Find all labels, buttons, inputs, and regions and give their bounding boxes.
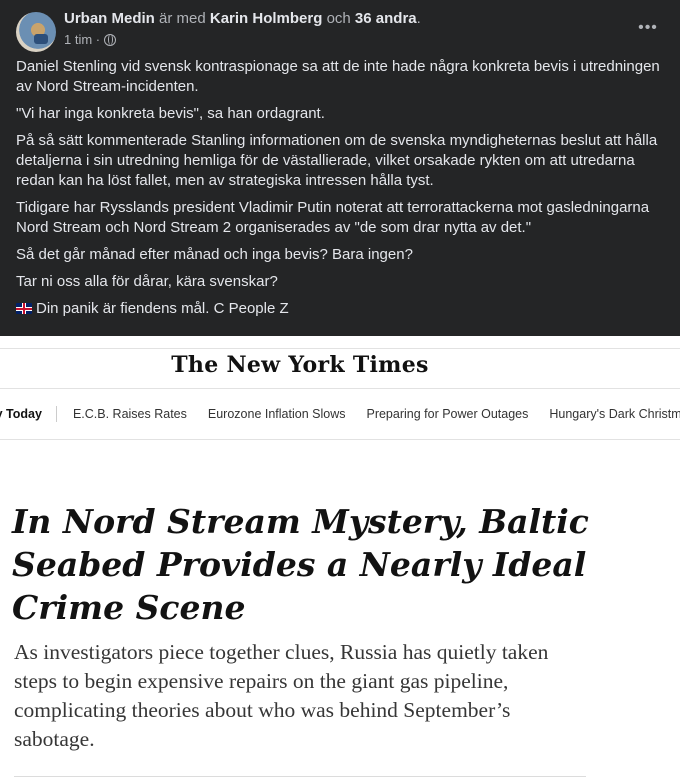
uk-flag-icon: [16, 303, 32, 314]
nav-item-eurozone[interactable]: Eurozone Inflation Slows: [208, 407, 346, 421]
divider: [14, 776, 586, 777]
tagged-person[interactable]: Karin Holmberg: [210, 10, 323, 27]
more-options-button[interactable]: •••: [634, 14, 662, 42]
author-name[interactable]: Urban Medin: [64, 10, 155, 27]
article-headline: In Nord Stream Mystery, Baltic Seabed Pr…: [12, 502, 589, 627]
more-icon: •••: [638, 19, 658, 36]
nyt-nav-bar: ny Today E.C.B. Raises Rates Eurozone In…: [0, 388, 680, 440]
facebook-post: Urban Medin är med Karin Holmberg och 36…: [0, 0, 680, 336]
post-meta: 1 tim ·: [64, 32, 117, 48]
post-signature: Din panik är fiendens mål. C People Z: [36, 300, 289, 317]
nav-item-power[interactable]: Preparing for Power Outages: [366, 407, 528, 421]
nav-item-today[interactable]: ny Today: [0, 407, 42, 421]
divider: [0, 348, 680, 349]
post-paragraph: På så sätt kommenterade Stanling informa…: [16, 132, 658, 189]
post-body: Daniel Stenling vid svensk kontraspionag…: [16, 57, 668, 326]
period: .: [416, 10, 421, 27]
nyt-screenshot: The New York Times ny Today E.C.B. Raise…: [0, 336, 680, 781]
post-paragraph: Daniel Stenling vid svensk kontraspionag…: [16, 58, 660, 95]
post-time[interactable]: 1 tim ·: [64, 32, 100, 48]
post-header: Urban Medin är med Karin Holmberg och 36…: [64, 10, 421, 28]
post-signature-line: Din panik är fiendens mål. C People Z: [16, 299, 668, 319]
and-text: och: [326, 10, 351, 27]
tagged-others[interactable]: 36 andra: [355, 10, 417, 27]
nav-item-ecb[interactable]: E.C.B. Raises Rates: [73, 407, 187, 421]
with-text: är med: [159, 10, 206, 27]
article-summary: As investigators piece together clues, R…: [14, 640, 549, 751]
nav-divider: [55, 406, 57, 422]
avatar[interactable]: [16, 12, 56, 52]
nav-item-hungary[interactable]: Hungary's Dark Christmas: [549, 407, 680, 421]
post-paragraph: "Vi har inga konkreta bevis", sa han ord…: [16, 105, 325, 122]
post-paragraph: Så det går månad efter månad och inga be…: [16, 246, 413, 263]
post-paragraph: Tar ni oss alla för dårar, kära svenskar…: [16, 273, 278, 290]
globe-icon: [104, 34, 117, 46]
post-paragraph: Tidigare har Rysslands president Vladimi…: [16, 199, 650, 236]
nyt-masthead-logo: The New York Times: [171, 352, 429, 378]
